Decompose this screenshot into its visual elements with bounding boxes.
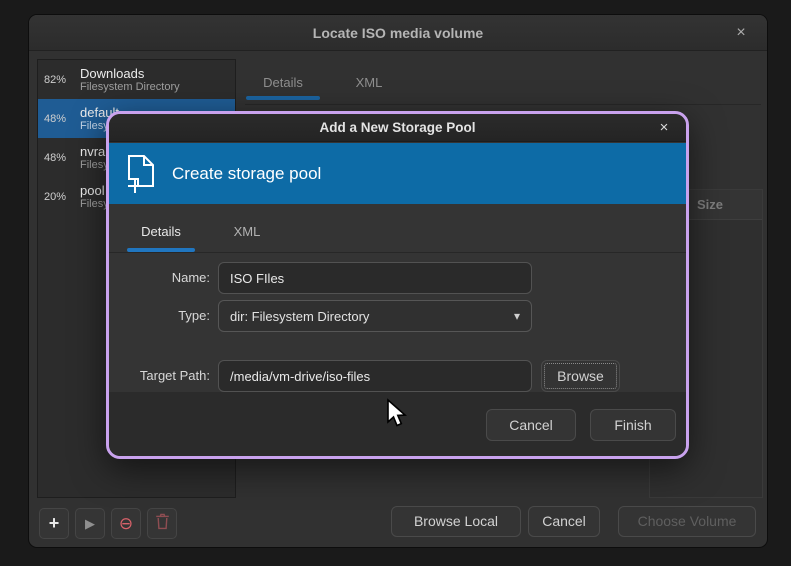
add-pool-button[interactable]: + [39,508,69,539]
plus-icon: + [49,513,60,534]
chevron-down-icon: ▾ [514,309,520,323]
browse-local-button[interactable]: Browse Local [391,506,521,537]
target-path-input[interactable] [218,360,532,392]
pool-usage: 82% [44,74,72,86]
pool-row-downloads[interactable]: 82% Downloads Filesystem Directory [38,60,235,99]
background-tab-bar: Details XML [245,59,761,104]
name-input[interactable] [218,262,532,294]
create-pool-banner: Create storage pool [109,143,686,204]
pool-usage: 20% [44,191,72,203]
type-dropdown[interactable]: dir: Filesystem Directory ▾ [218,300,532,332]
pool-name: Downloads [80,66,180,81]
play-icon: ▶ [85,516,95,532]
pool-usage: 48% [44,152,72,164]
window-titlebar: Locate ISO media volume [29,15,767,51]
tab-xml-dialog[interactable]: XML [217,218,277,252]
cancel-button-main[interactable]: Cancel [528,506,600,537]
trash-icon [155,513,170,535]
window-close-icon[interactable]: × [731,23,751,43]
dialog-tab-bar: Details XML [127,218,277,252]
stop-circle-icon: ⊖ [119,514,133,534]
finish-button[interactable]: Finish [590,409,676,441]
banner-title: Create storage pool [172,164,321,184]
type-label: Type: [109,308,210,323]
dialog-title: Add a New Storage Pool [319,120,475,135]
active-tab-underline [246,96,320,100]
stop-pool-button[interactable]: ⊖ [111,508,141,539]
choose-volume-button[interactable]: Choose Volume [618,506,756,537]
name-label: Name: [109,270,210,285]
pool-usage: 48% [44,113,72,125]
window-title: Locate ISO media volume [313,25,483,41]
start-pool-button[interactable]: ▶ [75,508,105,539]
tab-separator [245,104,761,105]
new-document-plus-icon [124,153,158,195]
tab-details-dialog[interactable]: Details [127,218,195,252]
dialog-tab-separator [109,252,686,253]
cancel-button-dialog[interactable]: Cancel [486,409,576,441]
tab-details-background[interactable]: Details [246,67,320,100]
pool-type: Filesystem Directory [80,81,180,94]
add-storage-pool-dialog: Add a New Storage Pool × Create storage … [106,111,689,459]
target-path-label: Target Path: [109,368,210,383]
browse-button[interactable]: Browse [541,360,620,392]
type-dropdown-value: dir: Filesystem Directory [230,309,369,324]
dialog-titlebar: Add a New Storage Pool [109,114,686,142]
delete-pool-button[interactable] [147,508,177,539]
tab-xml-background[interactable]: XML [341,67,397,100]
dialog-close-icon[interactable]: × [654,118,674,138]
